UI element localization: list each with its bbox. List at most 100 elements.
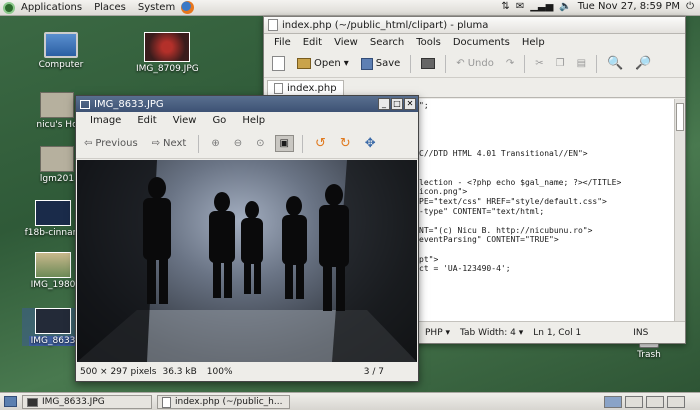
volume-icon[interactable]: 🔈 (559, 1, 571, 12)
taskbar-item-pluma[interactable]: index.php (~/public_h... (157, 395, 290, 409)
open-label: Open (314, 58, 341, 69)
undo-icon: ↶ (456, 58, 465, 69)
desktop-icon-img8709[interactable]: IMG_8709.JPG (136, 32, 199, 74)
network-icon[interactable]: ⇅ (501, 1, 509, 12)
menu-file[interactable]: File (268, 37, 297, 48)
viewer-titlebar[interactable]: IMG_8633.JPG _ □ ✕ (76, 96, 418, 112)
menu-help[interactable]: Help (234, 115, 273, 126)
desktop-icon-label: IMG_8709.JPG (136, 64, 199, 74)
cut-icon: ✂ (535, 58, 544, 69)
top-panel: Applications Places System ⇅ ✉ ▁▃▅ 🔈 Tue… (0, 0, 700, 16)
toolbar-separator (301, 134, 303, 153)
rotate-right-button[interactable]: ↻ (336, 134, 355, 153)
next-button[interactable]: ⇨ Next (148, 136, 191, 151)
image-thumbnail (35, 308, 71, 334)
menu-image[interactable]: Image (82, 115, 129, 126)
menu-tools[interactable]: Tools (410, 37, 447, 48)
zoom-out-button[interactable]: ⊖ (230, 136, 246, 151)
code-line: pt"> (419, 254, 439, 264)
image-viewer-window: IMG_8633.JPG _ □ ✕ Image Edit View Go He… (75, 95, 419, 382)
workspace-1[interactable] (604, 396, 622, 408)
pluma-toolbar: Open ▾ Save ↶ Undo ↷ ✂ ❐ ▤ 🔍 🔎 (264, 50, 685, 78)
rotate-right-icon: ↻ (339, 136, 351, 151)
vertical-scrollbar[interactable] (674, 99, 685, 321)
cut-button[interactable]: ✂ (531, 56, 547, 71)
photo-scene (77, 160, 417, 362)
code-line: NT="(c) Nicu B. http://nicubunu.ro"> (419, 225, 593, 235)
system-menu[interactable]: System (132, 2, 181, 13)
taskbar-label: index.php (~/public_h... (175, 397, 283, 407)
menu-edit[interactable]: Edit (297, 37, 328, 48)
distro-logo-icon[interactable] (3, 1, 15, 14)
places-menu[interactable]: Places (88, 2, 132, 13)
save-button[interactable]: Save (357, 56, 405, 72)
code-line: ct = 'UA-123490-4'; (419, 264, 511, 274)
undo-label: Undo (467, 58, 494, 69)
replace-button[interactable]: 🔎 (631, 54, 655, 73)
image-thumbnail (144, 32, 190, 62)
scrollbar-thumb[interactable] (676, 103, 684, 131)
workspace-4[interactable] (667, 396, 685, 408)
maximize-button[interactable]: □ (391, 98, 403, 110)
menu-go[interactable]: Go (204, 115, 234, 126)
new-button[interactable] (268, 54, 289, 73)
minimize-button[interactable]: _ (378, 98, 390, 110)
normal-size-button[interactable]: ⊙ (252, 136, 268, 151)
print-button[interactable] (417, 56, 439, 71)
find-button[interactable]: 🔍 (603, 54, 627, 73)
tab-label: index.php (287, 83, 337, 94)
bottom-panel: IMG_8633.JPG index.php (~/public_h... (0, 392, 700, 410)
rotate-left-button[interactable]: ↺ (311, 134, 330, 153)
redo-icon: ↷ (505, 58, 515, 69)
tab-index-php[interactable]: index.php (267, 80, 344, 96)
print-icon (421, 58, 436, 69)
tab-width-selector[interactable]: Tab Width: 4 ▾ (460, 328, 523, 338)
zoom-in-button[interactable]: ⊕ (207, 136, 223, 151)
code-line: C//DTD HTML 4.01 Transitional//EN"> (419, 148, 588, 158)
window-menu-icon[interactable] (80, 99, 90, 109)
menu-help[interactable]: Help (516, 37, 551, 48)
chevron-down-icon[interactable]: ▾ (344, 58, 349, 69)
previous-button[interactable]: ⇦ Previous (80, 136, 142, 151)
menu-edit[interactable]: Edit (129, 115, 164, 126)
menu-search[interactable]: Search (364, 37, 410, 48)
redo-button[interactable]: ↷ (502, 56, 518, 71)
language-selector[interactable]: PHP ▾ (425, 328, 450, 338)
clock[interactable]: Tue Nov 27, 8:59 PM (578, 1, 680, 12)
menu-documents[interactable]: Documents (447, 37, 516, 48)
displayed-photo[interactable] (77, 160, 417, 362)
desktop-icon-label: Computer (38, 60, 84, 70)
normal-size-icon: ⊙ (256, 138, 265, 149)
image-thumbnail (35, 252, 71, 278)
pluma-titlebar[interactable]: index.php (~/public_html/clipart) - plum… (264, 17, 685, 34)
open-button[interactable]: Open ▾ (293, 56, 353, 71)
desktop-icon-computer[interactable]: Computer (30, 32, 92, 70)
signal-icon[interactable]: ▁▃▅ (530, 1, 553, 12)
menu-view[interactable]: View (165, 115, 205, 126)
fullscreen-button[interactable]: ✥ (361, 134, 380, 153)
workspace-2[interactable] (625, 396, 643, 408)
firefox-icon[interactable] (181, 1, 195, 14)
taskbar-item-viewer[interactable]: IMG_8633.JPG (22, 395, 152, 409)
find-replace-icon: 🔎 (635, 56, 652, 71)
image-app-icon (27, 397, 38, 407)
mail-icon[interactable]: ✉ (516, 1, 524, 12)
new-document-icon (272, 56, 285, 71)
paste-button[interactable]: ▤ (573, 56, 590, 71)
best-fit-icon: ▣ (279, 138, 289, 149)
undo-button[interactable]: ↶ Undo (452, 56, 498, 71)
best-fit-button[interactable]: ▣ (274, 135, 294, 152)
close-button[interactable]: ✕ (404, 98, 416, 110)
viewer-toolbar: ⇦ Previous ⇨ Next ⊕ ⊖ ⊙ ▣ ↺ ↻ ✥ (76, 129, 418, 159)
copy-button[interactable]: ❐ (552, 56, 569, 71)
power-icon[interactable]: ⏻ (686, 1, 694, 12)
workspace-3[interactable] (646, 396, 664, 408)
applications-menu[interactable]: Applications (15, 2, 88, 13)
language-label: PHP (425, 327, 443, 338)
folder-icon (40, 146, 74, 172)
menu-view[interactable]: View (328, 37, 364, 48)
window-title: IMG_8633.JPG (94, 98, 164, 110)
show-desktop-icon[interactable] (4, 396, 17, 407)
